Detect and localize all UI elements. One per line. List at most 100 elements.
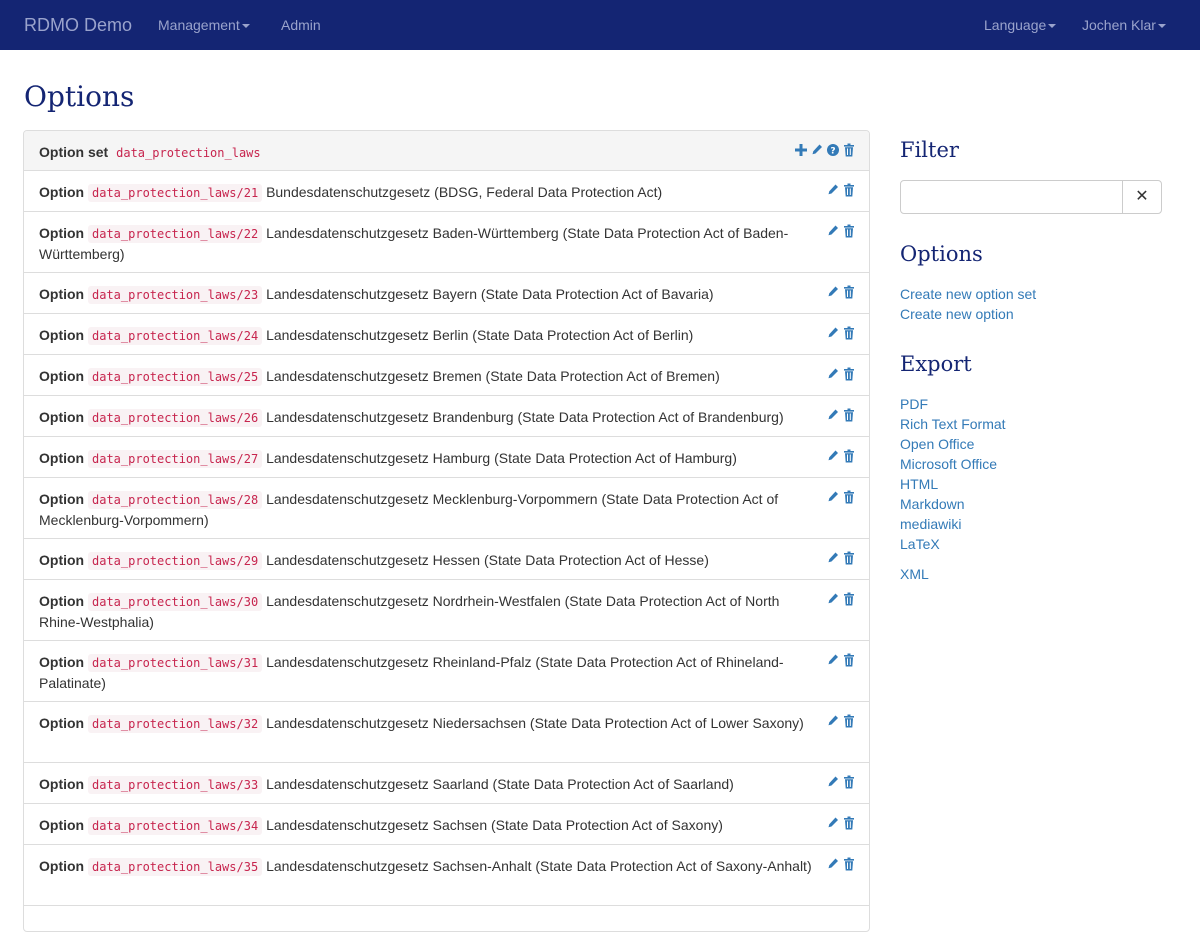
create-option-link[interactable]: Create new option (900, 306, 1014, 322)
pencil-icon[interactable] (827, 714, 839, 728)
clear-filter-button[interactable]: ✕ (1122, 180, 1162, 214)
option-row: Option data_protection_laws/32 Landesdat… (24, 702, 869, 763)
plus-icon[interactable] (795, 143, 807, 157)
brand-link[interactable]: RDMO Demo (24, 15, 132, 36)
pencil-icon[interactable] (827, 224, 839, 238)
trash-icon[interactable] (843, 490, 855, 504)
export-rtf-link[interactable]: Rich Text Format (900, 416, 1006, 432)
option-actions (827, 326, 855, 342)
option-row: Option data_protection_laws/31 Landesdat… (24, 641, 869, 702)
filter-input[interactable] (900, 180, 1123, 214)
pencil-icon[interactable] (827, 449, 839, 463)
trash-icon[interactable] (843, 408, 855, 422)
option-row: Option data_protection_laws/29 Landesdat… (24, 539, 869, 580)
option-text: Bundesdatenschutzgesetz (BDSG, Federal D… (266, 184, 663, 200)
option-label: Option (39, 286, 85, 302)
option-label: Option (39, 491, 85, 507)
export-section-title: Export (900, 352, 972, 376)
option-set-heading: Option set data_protection_laws ? (24, 131, 869, 171)
pencil-icon[interactable] (827, 551, 839, 565)
trash-icon[interactable] (843, 816, 855, 830)
export-odt-link[interactable]: Open Office (900, 436, 974, 452)
pencil-icon[interactable] (827, 326, 839, 340)
export-xml-link[interactable]: XML (900, 566, 929, 582)
option-row: Option data_protection_laws/30 Landesdat… (24, 580, 869, 641)
filter-group: ✕ (900, 180, 1162, 214)
pencil-icon[interactable] (811, 143, 823, 157)
caret-down-icon (1157, 24, 1166, 29)
option-set-label: Option set (39, 144, 109, 160)
option-key: data_protection_laws/21 (88, 184, 263, 202)
pencil-icon[interactable] (827, 592, 839, 606)
option-label: Option (39, 409, 85, 425)
option-text: Landesdatenschutzgesetz Brandenburg (Sta… (266, 409, 784, 425)
option-key: data_protection_laws/32 (88, 715, 263, 733)
option-set-panel: Option set data_protection_laws ? Option… (23, 130, 870, 932)
trash-icon[interactable] (843, 183, 855, 197)
pencil-icon[interactable] (827, 490, 839, 504)
option-key: data_protection_laws/22 (88, 225, 263, 243)
export-pdf-link[interactable]: PDF (900, 396, 928, 412)
option-actions (827, 714, 855, 730)
option-actions (827, 857, 855, 873)
option-text: Landesdatenschutzgesetz Bayern (State Da… (266, 286, 714, 302)
pencil-icon[interactable] (827, 183, 839, 197)
pencil-icon[interactable] (827, 775, 839, 789)
trash-icon[interactable] (843, 592, 855, 606)
trash-icon[interactable] (843, 285, 855, 299)
option-text: Landesdatenschutzgesetz Sachsen (State D… (266, 817, 723, 833)
export-markdown-link[interactable]: Markdown (900, 496, 965, 512)
option-row: Option data_protection_laws/25 Landesdat… (24, 355, 869, 396)
trash-icon[interactable] (843, 143, 855, 157)
nav-language-dropdown[interactable]: Language (984, 17, 1057, 33)
export-latex-link[interactable]: LaTeX (900, 536, 940, 552)
caret-down-icon (1048, 24, 1057, 29)
option-set-actions: ? (795, 143, 855, 159)
export-mediawiki-link[interactable]: mediawiki (900, 516, 961, 532)
pencil-icon[interactable] (827, 653, 839, 667)
option-text: Landesdatenschutzgesetz Sachsen-Anhalt (… (266, 858, 812, 874)
option-set-key: data_protection_laws (116, 146, 261, 160)
trash-icon[interactable] (843, 224, 855, 238)
option-row: Option data_protection_laws/27 Landesdat… (24, 437, 869, 478)
option-label: Option (39, 368, 85, 384)
option-text: Landesdatenschutzgesetz Saarland (State … (266, 776, 734, 792)
nav-user-label: Jochen Klar (1082, 17, 1156, 33)
question-circle-icon[interactable]: ? (827, 143, 839, 157)
pencil-icon[interactable] (827, 367, 839, 381)
trash-icon[interactable] (843, 551, 855, 565)
option-actions (827, 775, 855, 791)
pencil-icon[interactable] (827, 857, 839, 871)
trash-icon[interactable] (843, 653, 855, 667)
close-icon: ✕ (1135, 188, 1149, 205)
option-actions (827, 592, 855, 608)
trash-icon[interactable] (843, 857, 855, 871)
trash-icon[interactable] (843, 775, 855, 789)
option-actions (827, 551, 855, 567)
option-key: data_protection_laws/28 (88, 491, 263, 509)
option-key: data_protection_laws/30 (88, 593, 263, 611)
option-actions (827, 653, 855, 669)
option-text: Landesdatenschutzgesetz Hamburg (State D… (266, 450, 737, 466)
export-html-link[interactable]: HTML (900, 476, 938, 492)
option-key: data_protection_laws/27 (88, 450, 263, 468)
trash-icon[interactable] (843, 449, 855, 463)
nav-admin-link[interactable]: Admin (281, 17, 321, 33)
trash-icon[interactable] (843, 367, 855, 381)
export-docx-link[interactable]: Microsoft Office (900, 456, 997, 472)
option-row: Option data_protection_laws/34 Landesdat… (24, 804, 869, 845)
trash-icon[interactable] (843, 326, 855, 340)
option-key: data_protection_laws/29 (88, 552, 263, 570)
option-key: data_protection_laws/23 (88, 286, 263, 304)
caret-down-icon (241, 24, 250, 29)
pencil-icon[interactable] (827, 408, 839, 422)
pencil-icon[interactable] (827, 816, 839, 830)
pencil-icon[interactable] (827, 285, 839, 299)
option-key: data_protection_laws/24 (88, 327, 263, 345)
option-label: Option (39, 184, 85, 200)
create-option-set-link[interactable]: Create new option set (900, 286, 1036, 302)
nav-management-dropdown[interactable]: Management (158, 17, 250, 33)
option-label: Option (39, 654, 85, 670)
trash-icon[interactable] (843, 714, 855, 728)
nav-user-dropdown[interactable]: Jochen Klar (1082, 17, 1166, 33)
